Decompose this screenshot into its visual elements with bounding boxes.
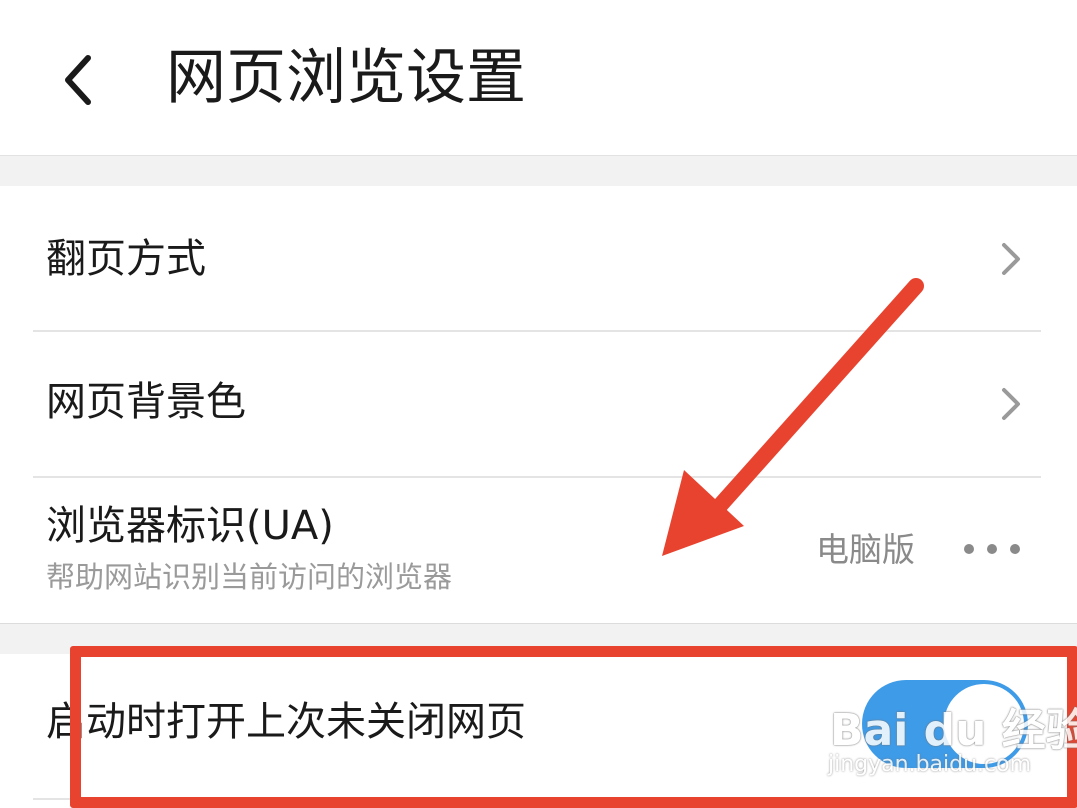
watermark-url: jingyan.baidu.com (828, 752, 1032, 777)
watermark-logo: Bai du 经验 (830, 705, 1077, 756)
baidu-watermark: Bai du 经验 jingyan.baidu.com (820, 690, 1077, 790)
